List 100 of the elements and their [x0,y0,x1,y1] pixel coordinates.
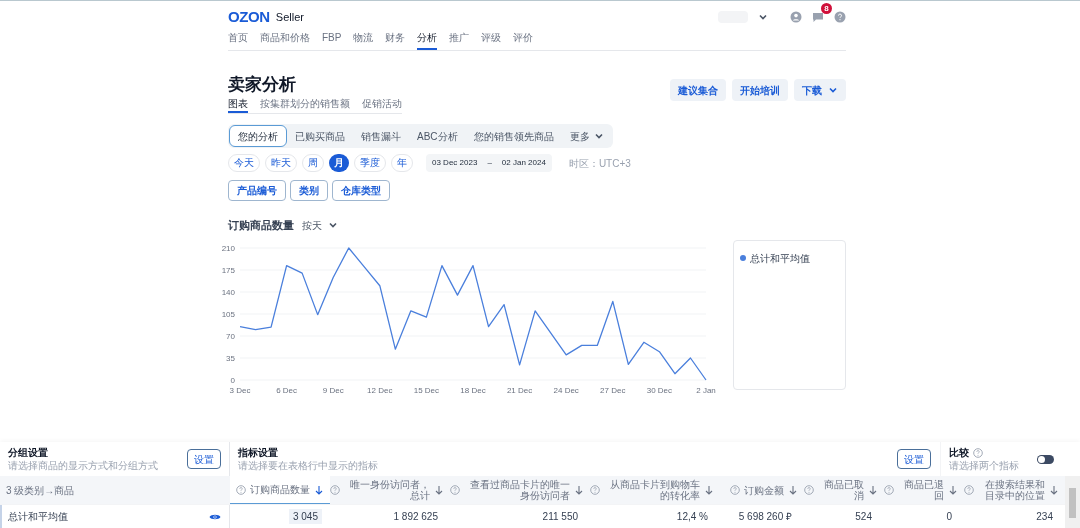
logo-product-name: Seller [275,9,304,25]
report-tab[interactable]: 更多 [561,125,612,147]
page-title: 卖家分析 [228,74,297,96]
scrollbar[interactable] [1065,476,1080,528]
nav-tab[interactable]: 评价 [513,29,534,50]
eye-icon[interactable] [209,512,221,521]
x-tick-label: 24 Dec [553,385,579,395]
action-button[interactable]: 下载 [794,79,846,101]
nav-tab[interactable]: 商品和价格 [260,29,310,50]
column-header[interactable]: 商品已退回 [884,476,964,504]
nav-tab[interactable]: 推广 [449,29,470,50]
nav-tab[interactable]: 财务 [385,29,406,50]
help-icon [590,485,600,495]
grouping-settings-button[interactable]: 设置 [187,449,221,469]
chevron-down-icon [593,131,604,141]
report-tab[interactable]: 您的销售领先商品 [465,125,562,147]
logo[interactable]: OZON [228,5,270,29]
report-tab[interactable]: 已购买商品 [287,125,353,147]
table-cell-text: 1 892 625 [392,510,439,524]
x-tick-label: 12 Dec [367,385,393,395]
help-icon [330,485,340,495]
help-icon [730,485,740,495]
period-chip[interactable]: 月 [329,154,349,172]
table-cell-text: 12,4 % [675,510,709,524]
sort-arrow-icon[interactable] [948,485,958,495]
y-tick-label: 0 [230,375,235,385]
column-header[interactable]: 订购商品数量 [230,476,330,504]
chevron-down-icon [758,12,768,22]
metrics-settings-button[interactable]: 设置 [897,449,931,469]
x-tick-label: 6 Dec [276,385,298,395]
y-tick-label: 70 [226,331,235,341]
column-header[interactable]: 在搜索结果和目录中的位置 [964,476,1065,504]
column-header[interactable]: 唯一身份访问者，总计 [330,476,450,504]
y-tick-label: 105 [221,309,235,319]
sort-arrow-icon[interactable] [1049,485,1059,495]
nav-tab[interactable]: 评级 [481,29,502,50]
table-cell-text: 5 698 260 ₽ [737,510,793,524]
x-tick-label: 15 Dec [413,385,440,395]
compare-hint: 请选择两个指标 [949,459,1019,472]
filter-button[interactable]: 类别 [290,180,328,201]
chat-icon[interactable] [812,11,824,23]
sort-arrow-icon[interactable] [868,485,878,495]
table-cell-text: 0 [945,510,953,524]
table-cell-text: 211 550 [541,510,579,524]
filter-button[interactable]: 产品编号 [228,180,286,201]
report-tab[interactable]: 销售漏斗 [353,125,409,147]
x-tick-label: 9 Dec [322,385,344,395]
grouping-hint: 请选择商品的显示方式和分组方式 [8,459,158,472]
x-tick-label: 21 Dec [506,385,533,395]
nav-tab[interactable]: 物流 [353,29,374,50]
table-cell-text: 524 [854,510,873,524]
help-icon[interactable] [834,11,846,23]
help-icon [973,447,983,458]
date-range-field[interactable]: 03 Dec 2023 – 02 Jan 2024 [426,154,552,172]
sort-arrow-icon[interactable] [574,485,584,495]
sort-arrow-icon[interactable] [788,485,798,495]
column-header[interactable]: 从商品卡片到购物车的转化率 [590,476,720,504]
filter-button[interactable]: 仓库类型 [332,180,390,201]
sub-tab[interactable]: 图表 [228,97,248,113]
table-cell-text: 总计和平均值 [8,510,68,524]
sort-arrow-icon[interactable] [434,485,444,495]
column-header[interactable]: 订购金额 [720,476,804,504]
column-header[interactable]: 商品已取消 [804,476,884,504]
compare-title: 比较 [949,446,969,459]
x-tick-label: 2 Jan [696,385,716,395]
granularity-select[interactable]: 按天 [302,217,338,233]
report-tab[interactable]: ABC分析 [409,125,466,147]
x-tick-label: 30 Dec [646,385,673,395]
y-tick-label: 35 [226,353,235,363]
action-button[interactable]: 开始培训 [732,79,788,101]
x-tick-label: 27 Dec [600,385,626,395]
legend-label: 总计和平均值 [750,251,810,266]
column-header: 3 级类别→商品 [5,483,76,498]
compare-toggle[interactable] [1037,454,1054,464]
action-button[interactable]: 建议集合 [670,79,726,101]
metrics-title: 指标设置 [238,446,279,459]
timezone-label: 时区：UTC+3 [568,156,631,171]
sub-tab[interactable]: 促销活动 [362,97,402,113]
metrics-hint: 请选择要在表格行中显示的指标 [238,459,378,472]
nav-tab[interactable]: 分析 [417,29,438,50]
help-icon [804,485,814,495]
column-header[interactable]: 查看过商品卡片的唯一身份访问者 [450,476,590,504]
help-icon [236,484,246,495]
sub-tab[interactable]: 按集群划分的销售额 [260,97,350,113]
sort-arrow-icon[interactable] [314,484,324,495]
table-cell-text: 234 [1035,510,1054,524]
nav-tab[interactable]: 首页 [228,29,248,50]
chevron-down-icon [828,85,838,95]
user-icon[interactable] [790,11,802,23]
x-tick-label: 18 Dec [460,385,486,395]
help-icon [884,485,894,495]
notification-badge: 8 [821,3,832,14]
nav-tab[interactable]: FBP [322,29,342,50]
help-icon [964,485,974,495]
grouping-title: 分组设置 [8,446,49,459]
y-tick-label: 175 [221,265,235,275]
report-tab[interactable]: 您的分析 [229,125,287,147]
sort-arrow-icon[interactable] [704,485,714,495]
y-tick-label: 210 [221,243,235,253]
chart-title: 订购商品数量 [228,218,294,233]
